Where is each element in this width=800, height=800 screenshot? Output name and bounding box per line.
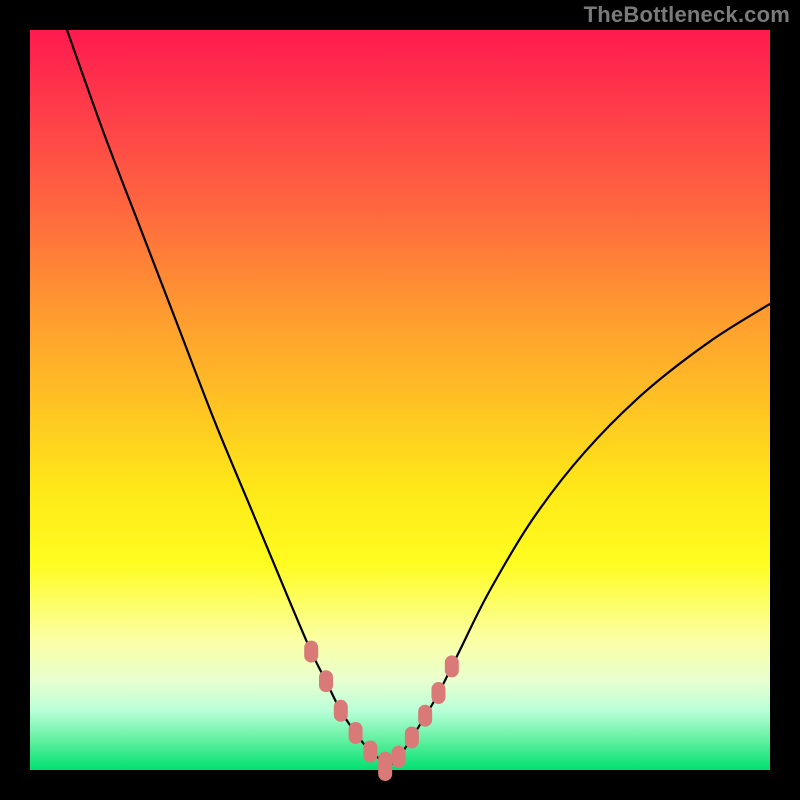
curve-left [67,30,385,763]
marker-pill [378,759,392,781]
marker-pill [349,722,363,744]
chart-frame: TheBottleneck.com [0,0,800,800]
chart-svg [30,30,770,770]
marker-pill [445,655,459,677]
marker-pill [363,741,377,763]
marker-pill [418,705,432,727]
markers-group [304,641,459,781]
marker-pill [392,746,406,768]
marker-pill [405,726,419,748]
marker-pill [319,670,333,692]
plot-area [30,30,770,770]
watermark-text: TheBottleneck.com [584,2,790,28]
marker-pill [431,682,445,704]
marker-pill [334,700,348,722]
marker-pill [304,641,318,663]
